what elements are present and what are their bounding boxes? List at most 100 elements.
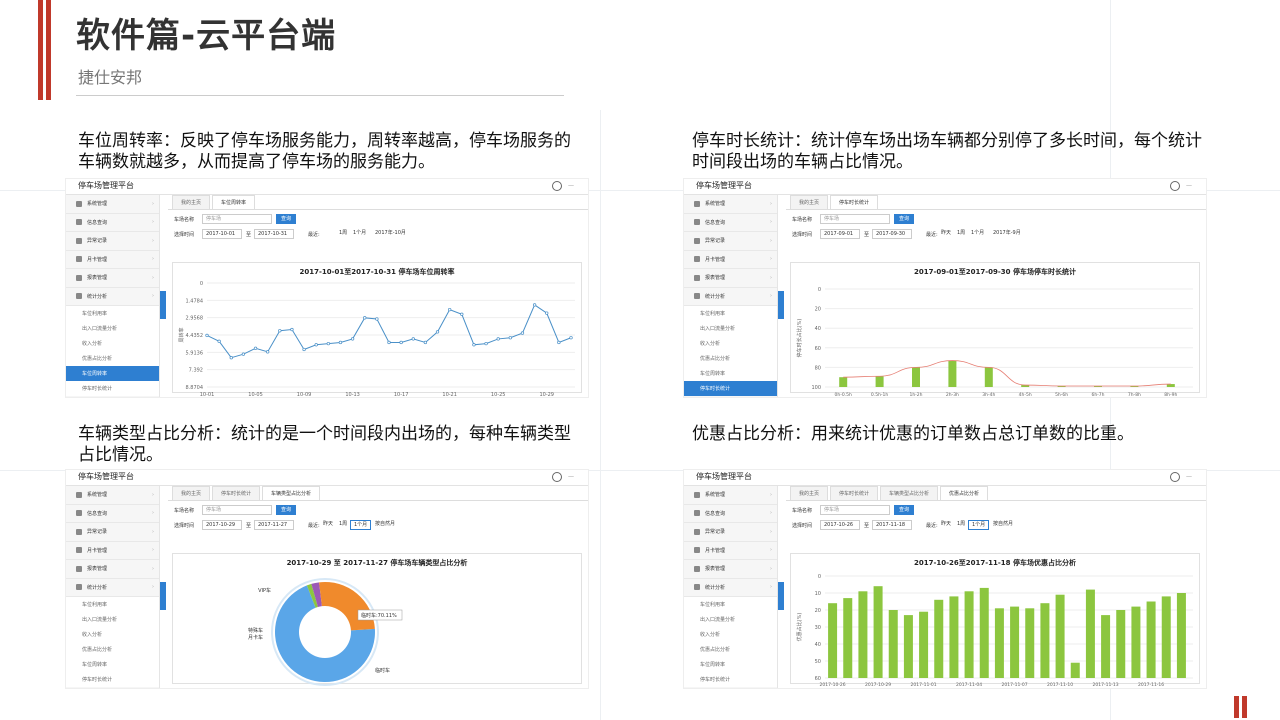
yesterday-chip[interactable]: 昨天	[938, 520, 954, 530]
sidebar-subitem[interactable]: 出入口流量分析	[684, 612, 777, 627]
sidebar-item[interactable]: 系统管理 ›	[66, 195, 159, 214]
sidebar-item[interactable]: 信息查询 ›	[684, 214, 777, 232]
sidebar-collapse-handle[interactable]	[778, 582, 784, 610]
sidebar-item[interactable]: 系统管理 ›	[66, 486, 159, 505]
sidebar-subitem[interactable]: 停车时长统计	[66, 381, 159, 396]
sidebar-collapse-handle[interactable]	[778, 291, 784, 319]
sidebar-item[interactable]: 统计分析 ›	[684, 579, 777, 597]
week-chip[interactable]: 1周	[954, 520, 968, 530]
sidebar-subitem[interactable]: 车位利用率	[66, 597, 159, 612]
sidebar-item[interactable]: 月卡管理 ›	[66, 251, 159, 269]
tab[interactable]: 车辆类型占比分析	[262, 486, 321, 500]
sidebar-subitem[interactable]: 停车时长统计	[66, 672, 159, 687]
date-from-input[interactable]: 2017-09-01	[820, 229, 860, 239]
sidebar-subitem[interactable]: 收入分析	[684, 627, 777, 642]
sidebar-item[interactable]: 月卡管理 ›	[684, 251, 777, 269]
yesterday-chip[interactable]: 昨天	[938, 229, 954, 239]
sidebar-subitem[interactable]: 车位利用率	[66, 306, 159, 321]
sidebar-subitem[interactable]: 车位利用率	[684, 597, 777, 612]
sidebar-subitem[interactable]: 车位利用率	[684, 306, 777, 321]
sidebar-item[interactable]: 系统管理 ›	[684, 486, 777, 505]
month-chip[interactable]: 1个月	[968, 229, 987, 239]
sidebar-item[interactable]: 异常记录 ›	[684, 232, 777, 251]
tab[interactable]: 我的主页	[172, 195, 211, 209]
sidebar-item[interactable]: 信息查询 ›	[66, 505, 159, 523]
sidebar-subitem[interactable]: 出入口流量分析	[684, 321, 777, 336]
user-avatar-icon[interactable]	[552, 181, 562, 191]
tab[interactable]: 车位周转率	[212, 195, 256, 209]
user-avatar-icon[interactable]	[552, 472, 562, 482]
lot-input[interactable]: 停车场	[202, 214, 272, 224]
tab[interactable]: 我的主页	[172, 486, 211, 500]
month-chip[interactable]: 1个月	[350, 520, 372, 530]
lot-input[interactable]: 停车场	[202, 505, 272, 515]
sidebar-item[interactable]: 信息查询 ›	[684, 505, 777, 523]
search-button[interactable]: 查询	[894, 505, 915, 515]
date-to-input[interactable]: 2017-11-27	[254, 520, 294, 530]
sidebar-subitem[interactable]: 出入口流量分析	[66, 612, 159, 627]
user-avatar-icon[interactable]	[1170, 472, 1180, 482]
sidebar-subitem[interactable]: 收入分析	[684, 336, 777, 351]
lot-input[interactable]: 停车场	[820, 214, 890, 224]
date-to-input[interactable]: 2017-09-30	[872, 229, 912, 239]
tab[interactable]: 我的主页	[790, 486, 829, 500]
sidebar-item[interactable]: 报表管理 ›	[66, 560, 159, 579]
tab[interactable]: 我的主页	[790, 195, 829, 209]
month-chip[interactable]: 1个月	[968, 520, 990, 530]
month-select[interactable]: 按自然月	[372, 520, 398, 530]
tab[interactable]: 停车时长统计	[830, 195, 879, 209]
sidebar-subitem[interactable]: 车位周转率	[684, 657, 777, 672]
sidebar-item[interactable]: 月卡管理 ›	[684, 542, 777, 560]
month-chip[interactable]: 1个月	[350, 229, 369, 239]
sidebar-collapse-handle[interactable]	[160, 582, 166, 610]
sidebar-subitem[interactable]: 收入分析	[66, 627, 159, 642]
sidebar-item[interactable]: 报表管理 ›	[684, 560, 777, 579]
chevron-down-icon[interactable]: —	[568, 473, 574, 480]
sidebar-subitem[interactable]: 优惠占比分析	[66, 351, 159, 366]
sidebar-item[interactable]: 信息查询 ›	[66, 214, 159, 232]
sidebar-item[interactable]: 报表管理 ›	[66, 269, 159, 288]
week-chip[interactable]: 1周	[336, 520, 350, 530]
sidebar-subitem[interactable]: 停车时长统计	[684, 672, 777, 687]
month-select[interactable]: 按自然月	[990, 520, 1016, 530]
sidebar-item[interactable]: 统计分析 ›	[66, 288, 159, 306]
tab[interactable]: 停车时长统计	[212, 486, 261, 500]
sidebar-subitem[interactable]: 优惠占比分析	[684, 351, 777, 366]
sidebar-item[interactable]: 统计分析 ›	[66, 579, 159, 597]
date-from-input[interactable]: 2017-10-26	[820, 520, 860, 530]
chevron-down-icon[interactable]: —	[1186, 182, 1192, 189]
month-select[interactable]: 2017年-9月	[990, 229, 1024, 239]
sidebar-subitem[interactable]: 优惠占比分析	[66, 642, 159, 657]
sidebar-item[interactable]: 月卡管理 ›	[66, 542, 159, 560]
sidebar-item[interactable]: 报表管理 ›	[684, 269, 777, 288]
month-select[interactable]: 2017年-10月	[372, 229, 409, 239]
week-chip[interactable]: 1周	[954, 229, 968, 239]
sidebar-item[interactable]: 异常记录 ›	[66, 232, 159, 251]
lot-input[interactable]: 停车场	[820, 505, 890, 515]
date-from-input[interactable]: 2017-10-01	[202, 229, 242, 239]
search-button[interactable]: 查询	[276, 214, 297, 224]
sidebar-item[interactable]: 统计分析 ›	[684, 288, 777, 306]
sidebar-item[interactable]: 系统管理 ›	[684, 195, 777, 214]
date-to-input[interactable]: 2017-11-18	[872, 520, 912, 530]
date-to-input[interactable]: 2017-10-31	[254, 229, 294, 239]
search-button[interactable]: 查询	[894, 214, 915, 224]
sidebar-subitem[interactable]: 车位周转率	[684, 366, 777, 381]
sidebar-subitem[interactable]: 出入口流量分析	[66, 321, 159, 336]
user-avatar-icon[interactable]	[1170, 181, 1180, 191]
sidebar-item[interactable]: 异常记录 ›	[66, 523, 159, 542]
tab[interactable]: 车辆类型占比分析	[880, 486, 939, 500]
sidebar-subitem[interactable]: 优惠占比分析	[684, 642, 777, 657]
week-chip[interactable]: 1周	[336, 229, 350, 239]
sidebar-subitem[interactable]: 车位周转率	[66, 657, 159, 672]
chevron-down-icon[interactable]: —	[1186, 473, 1192, 480]
sidebar-subitem[interactable]: 车位周转率	[66, 366, 159, 381]
date-from-input[interactable]: 2017-10-29	[202, 520, 242, 530]
chevron-down-icon[interactable]: —	[568, 182, 574, 189]
tab[interactable]: 优惠占比分析	[940, 486, 989, 500]
sidebar-collapse-handle[interactable]	[160, 291, 166, 319]
sidebar-subitem[interactable]: 停车时长统计	[684, 381, 777, 396]
sidebar-item[interactable]: 异常记录 ›	[684, 523, 777, 542]
sidebar-subitem[interactable]: 收入分析	[66, 336, 159, 351]
yesterday-chip[interactable]: 昨天	[320, 520, 336, 530]
